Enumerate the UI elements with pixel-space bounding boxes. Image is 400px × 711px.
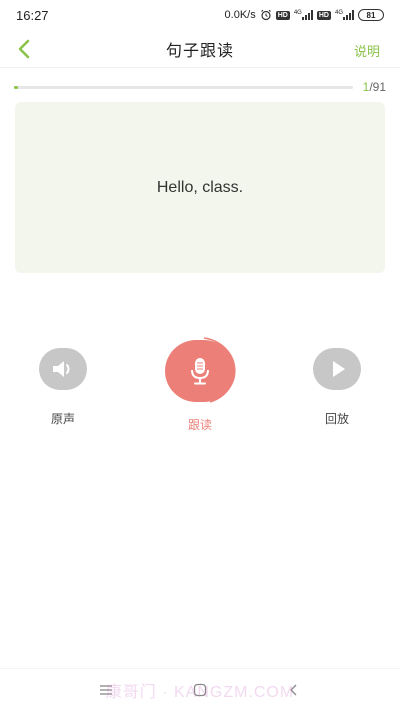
alarm-icon	[260, 9, 272, 21]
playback-button[interactable]	[313, 348, 361, 390]
menu-button[interactable]	[94, 678, 118, 702]
menu-icon	[100, 685, 112, 695]
progress-bar	[14, 85, 353, 89]
back-button[interactable]	[12, 36, 36, 62]
progress-counter: 1/91	[363, 80, 386, 94]
progress-row: 1/91	[14, 79, 386, 95]
record-control: 跟读	[160, 336, 240, 433]
speaker-icon	[53, 361, 70, 377]
battery-icon: 81	[358, 9, 384, 21]
progress-total: /91	[369, 80, 386, 94]
record-label: 跟读	[187, 418, 212, 432]
hd-badge: HD	[275, 10, 290, 20]
home-icon	[193, 683, 207, 697]
progress-fill	[14, 85, 18, 89]
battery-level: 81	[366, 10, 376, 20]
page-title: 句子跟读	[165, 42, 234, 60]
system-nav-bar	[0, 668, 400, 711]
status-indicators: 0.0K/s HD 4G HD 4G 81	[225, 9, 384, 21]
status-time: 16:27	[16, 7, 49, 23]
back-arrow-icon	[18, 39, 30, 59]
microphone-icon	[191, 358, 209, 385]
original-audio-button[interactable]	[39, 348, 87, 390]
record-button[interactable]	[165, 340, 235, 402]
signal-icon: 4G	[294, 10, 313, 20]
playback-label: 回放	[324, 412, 349, 426]
status-bar: 16:27 0.0K/s HD 4G HD 4G 81	[0, 0, 400, 30]
system-back-button[interactable]	[282, 678, 306, 702]
nav-bar: 句子跟读 说明	[0, 30, 400, 68]
sentence-card: Hello, class.	[15, 102, 385, 273]
original-audio-control: 原声	[38, 348, 88, 427]
sentence-text: Hello, class.	[156, 178, 244, 196]
home-button[interactable]	[188, 678, 212, 702]
controls: 原声 跟读 回放	[0, 336, 400, 446]
hd-badge-2: HD	[316, 10, 331, 20]
original-audio-label: 原声	[50, 412, 75, 426]
explain-button[interactable]: 说明	[354, 41, 380, 60]
net-speed: 0.0K/s	[224, 9, 256, 21]
signal-icon-2: 4G	[335, 10, 354, 20]
back-icon	[290, 684, 297, 696]
playback-control: 回放	[312, 348, 362, 427]
net-type-label: 4G	[293, 10, 302, 16]
play-icon	[333, 361, 345, 377]
net-type-label-2: 4G	[334, 10, 343, 16]
